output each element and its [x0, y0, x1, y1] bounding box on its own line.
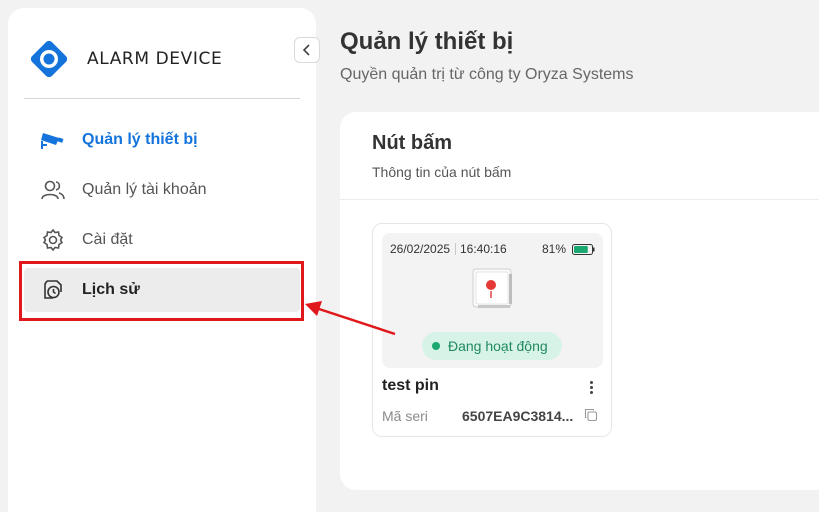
sidebar: ALARM DEVICE Quản lý thiết bị Quản lý tà… — [8, 8, 316, 512]
panel-subtitle: Thông tin của nút bấm — [372, 164, 512, 180]
page-subtitle: Quyền quản trị từ công ty Oryza Systems — [340, 66, 634, 83]
serial-label: Mã seri — [382, 408, 428, 424]
alarm-device-logo-icon — [30, 40, 68, 78]
alarm-button-device-icon — [472, 268, 512, 308]
device-name: test pin — [382, 377, 439, 394]
date-time-separator — [455, 243, 456, 255]
battery-fill — [574, 246, 588, 253]
device-time: 16:40:16 — [460, 242, 507, 256]
copy-icon[interactable] — [584, 408, 598, 422]
sidebar-item-label: Quản lý thiết bị — [82, 131, 198, 148]
gear-icon — [40, 227, 66, 253]
cctv-camera-icon — [40, 127, 66, 153]
battery-percentage: 81% — [542, 242, 567, 256]
serial-value: 6507EA9C3814... — [462, 408, 574, 424]
annotation-arrow-icon — [305, 301, 396, 336]
sidebar-item-label: Quản lý tài khoản — [82, 181, 207, 198]
device-date: 26/02/2025 — [390, 242, 451, 256]
status-badge: Đang hoạt động — [422, 332, 562, 360]
sidebar-collapse-button[interactable] — [294, 37, 320, 63]
more-options-icon[interactable] — [584, 377, 598, 397]
sidebar-item-settings[interactable]: Cài đặt — [24, 218, 300, 262]
users-icon — [40, 177, 66, 203]
panel-title: Nút bấm — [372, 132, 452, 154]
panel-divider — [340, 199, 819, 200]
annotation-highlight-box — [19, 261, 304, 321]
device-panel: Nút bấm Thông tin của nút bấm 26/02/2025… — [340, 112, 819, 490]
chevron-left-icon — [302, 44, 310, 56]
brand-name: ALARM DEVICE — [87, 49, 223, 69]
device-preview: 26/02/2025 16:40:16 81% Đang hoạt động — [382, 233, 603, 368]
sidebar-item-account-management[interactable]: Quản lý tài khoản — [24, 168, 300, 212]
brand-logo[interactable]: ALARM DEVICE — [28, 38, 222, 80]
status-text: Đang hoạt động — [448, 338, 548, 354]
status-dot — [432, 342, 440, 350]
page-title: Quản lý thiết bị — [340, 28, 514, 55]
sidebar-item-device-management[interactable]: Quản lý thiết bị — [24, 118, 300, 162]
sidebar-divider — [24, 98, 300, 99]
sidebar-item-label: Cài đặt — [82, 231, 133, 248]
battery-icon — [572, 244, 595, 255]
